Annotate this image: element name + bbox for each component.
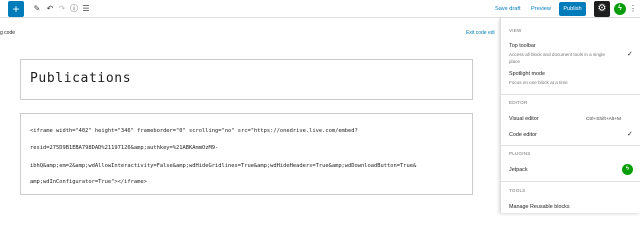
add-block-button[interactable]: +: [8, 1, 24, 17]
more-options-icon[interactable]: ⋮: [629, 2, 637, 16]
menu-item-spotlight[interactable]: Spotlight mode: [509, 71, 545, 77]
jetpack-icon: ϟ: [622, 164, 633, 175]
undo-icon[interactable]: ↶: [44, 2, 56, 16]
menu-section-view: VIEW: [509, 28, 522, 33]
menu-divider: [501, 94, 640, 95]
more-options-menu: VIEW Top toolbar Access all block and do…: [500, 18, 640, 213]
menu-item-code-editor[interactable]: Code editor: [509, 132, 537, 138]
menu-item-top-toolbar-desc: Access all block and document tools in a…: [509, 52, 606, 64]
pencil-tool-icon[interactable]: ✎: [31, 2, 43, 16]
editing-code-label: g code: [0, 30, 16, 36]
preview-button[interactable]: Preview: [531, 3, 551, 15]
redo-icon[interactable]: ↷: [56, 2, 68, 16]
code-line: amp;wdInConfigurator=True"></iframe>: [30, 179, 147, 185]
menu-section-editor: EDITOR: [509, 100, 528, 105]
exit-code-editor-link[interactable]: Exit code edi: [466, 30, 495, 36]
plus-icon: +: [12, 2, 20, 16]
menu-item-top-toolbar[interactable]: Top toolbar: [509, 43, 536, 49]
menu-item-manage-reusable-blocks[interactable]: Manage Reusable blocks: [509, 204, 570, 210]
settings-button[interactable]: ⚙: [594, 1, 610, 17]
menu-divider: [501, 145, 640, 146]
publish-button[interactable]: Publish: [559, 2, 586, 16]
code-line: resid=275D9B1EBA798DAD%21197126&amp;auth…: [30, 145, 219, 151]
top-toolbar: + ✎ ↶ ↷ ⓘ ☰ Save draft Preview Publish ⚙…: [0, 0, 640, 18]
menu-item-visual-editor[interactable]: Visual editor: [509, 116, 539, 122]
list-view-icon[interactable]: ☰: [80, 2, 92, 16]
menu-item-spotlight-desc: Focus on one block at a time: [509, 80, 568, 85]
save-draft-button[interactable]: Save draft: [495, 3, 521, 15]
check-icon: ✓: [627, 51, 633, 58]
info-icon[interactable]: ⓘ: [68, 2, 80, 16]
code-line: <iframe width="402" height="346" framebo…: [30, 128, 358, 134]
gear-icon: ⚙: [597, 3, 607, 14]
post-title: Publications: [30, 71, 132, 86]
check-icon: ✓: [627, 131, 633, 138]
code-textarea[interactable]: <iframe width="402" height="346" framebo…: [20, 113, 473, 195]
menu-section-plugins: PLUGINS: [509, 151, 531, 156]
code-line: ibhQ&amp;em=2&amp;wdAllowInteractivity=F…: [30, 163, 417, 169]
visual-editor-shortcut: Ctrl+Shift+Alt+M: [586, 117, 622, 122]
jetpack-icon[interactable]: ϟ: [614, 3, 626, 15]
title-field[interactable]: Publications: [20, 59, 473, 100]
menu-section-tools: TOOLS: [509, 188, 526, 193]
menu-item-jetpack[interactable]: Jetpack: [509, 167, 528, 173]
menu-divider: [501, 181, 640, 182]
